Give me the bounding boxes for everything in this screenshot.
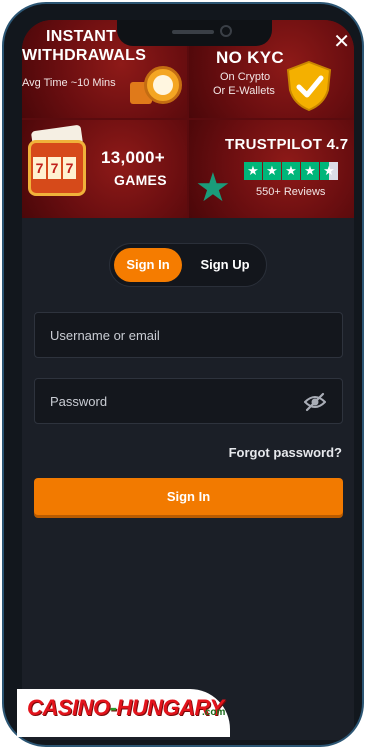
watermark-logo: CASINO-HUNGARY .com (17, 689, 230, 737)
watermark-suffix: .com (202, 707, 226, 718)
promo-title: 13,000+ (101, 148, 166, 167)
speaker (172, 30, 214, 34)
promo-subtitle-1: On Crypto (220, 71, 271, 83)
screen: ✕ INSTANT WITHDRAWALS Avg Time ~10 Mins … (22, 20, 354, 740)
promo-subtitle: Avg Time ~10 Mins (22, 77, 116, 89)
forgot-password-link[interactable]: Forgot password? (229, 445, 342, 460)
password-field[interactable] (34, 378, 343, 424)
star-icon: ★ (282, 162, 300, 180)
star-icon: ★ (263, 162, 281, 180)
username-input[interactable] (35, 313, 342, 357)
tab-sign-up[interactable]: Sign Up (188, 248, 262, 282)
promo-subtitle-2: Or E-Wallets (213, 85, 275, 97)
big-star-icon: ★ (195, 166, 231, 210)
promo-title: NO KYC (216, 48, 284, 67)
rating-stars: ★ ★ ★ ★ ★ (244, 162, 339, 180)
promo-title-line2: WITHDRAWALS (22, 47, 147, 64)
notch (117, 20, 272, 46)
username-field[interactable] (34, 312, 343, 358)
promo-title-line1: INSTANT (46, 28, 117, 45)
clock-icon (144, 66, 182, 104)
tab-sign-in[interactable]: Sign In (114, 248, 182, 282)
power-button (362, 194, 364, 274)
password-input[interactable] (35, 379, 342, 423)
eye-off-icon[interactable] (304, 392, 326, 412)
promo-banner: ✕ INSTANT WITHDRAWALS Avg Time ~10 Mins … (22, 20, 354, 218)
sign-in-button[interactable]: Sign In (34, 478, 343, 515)
watermark-casino: CASINO (27, 695, 110, 720)
promo-games: 777 13,000+ GAMES (22, 120, 187, 218)
promo-trustpilot: TRUSTPILOT 4.7 ★ ★ ★ ★ ★ 550+ Reviews ★ (189, 120, 354, 218)
shield-check-icon (286, 60, 332, 112)
slot-machine-icon: 777 (28, 140, 86, 196)
camera-icon (220, 25, 232, 37)
star-icon: ★ (244, 162, 262, 180)
side-button (2, 124, 4, 150)
close-icon[interactable]: ✕ (333, 32, 350, 52)
promo-title: TRUSTPILOT 4.7 (225, 136, 349, 153)
promo-subtitle: 550+ Reviews (256, 186, 326, 198)
auth-tabs: Sign In Sign Up (109, 243, 267, 287)
star-icon: ★ (301, 162, 319, 180)
half-star-icon: ★ (320, 162, 338, 180)
promo-subtitle: GAMES (114, 172, 167, 188)
watermark-text: CASINO-HUNGARY (27, 695, 224, 721)
phone-frame: ✕ INSTANT WITHDRAWALS Avg Time ~10 Mins … (2, 2, 364, 747)
volume-button (2, 182, 4, 232)
